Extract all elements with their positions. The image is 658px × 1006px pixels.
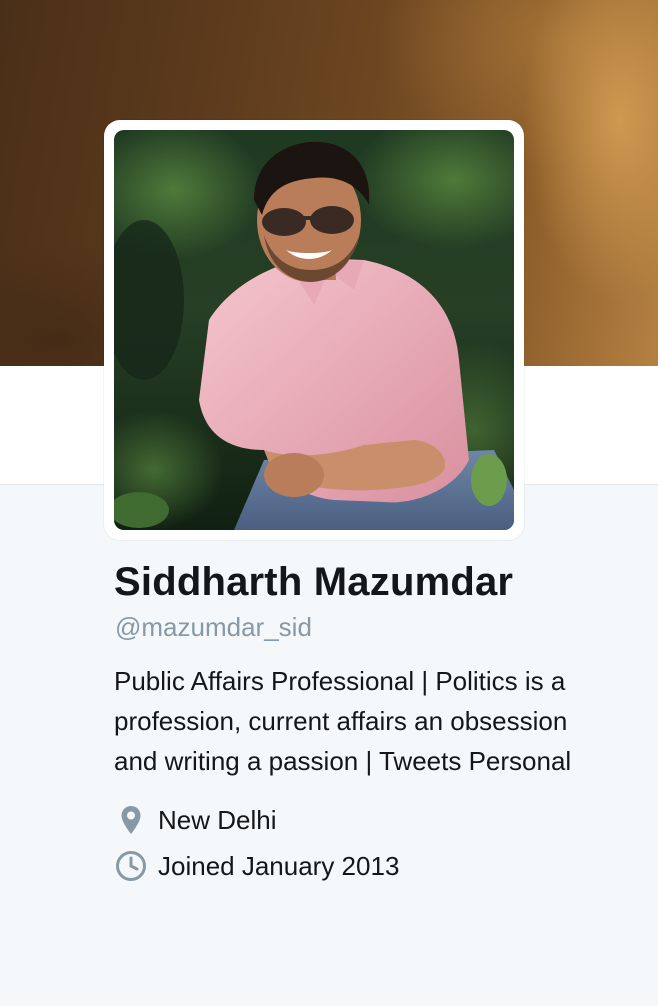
profile-location: New Delhi	[114, 802, 277, 838]
profile-screen-name[interactable]: @mazumdar_sid	[115, 612, 312, 643]
join-date-text: Joined January 2013	[158, 850, 400, 881]
avatar-photo	[114, 130, 514, 530]
bio-line: and writing a passion | Tweets Personal	[114, 746, 572, 776]
clock-icon	[114, 849, 148, 883]
profile-join-date: Joined January 2013	[114, 848, 399, 884]
bio-line: profession, current affairs an obsession	[114, 706, 568, 736]
profile-bio: Public Affairs Professional | Politics i…	[114, 661, 634, 781]
profile-avatar[interactable]	[104, 120, 524, 540]
map-pin-icon	[114, 803, 148, 837]
bio-line: Public Affairs Professional | Politics i…	[114, 666, 566, 696]
location-text: New Delhi	[158, 804, 277, 835]
profile-name[interactable]: Siddharth Mazumdar	[114, 560, 513, 605]
